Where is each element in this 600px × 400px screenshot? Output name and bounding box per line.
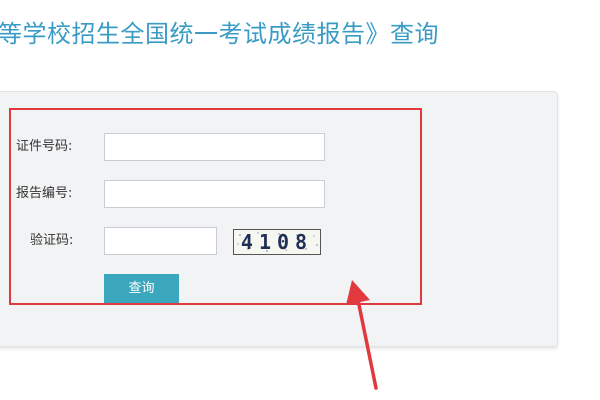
page-title: 等学校招生全国统一考试成绩报告》查询 [0, 20, 439, 48]
page: 等学校招生全国统一考试成绩报告》查询 证件号码: 报告编号: 验证码: 4108… [0, 0, 600, 400]
annotation-highlight-box [9, 108, 422, 305]
